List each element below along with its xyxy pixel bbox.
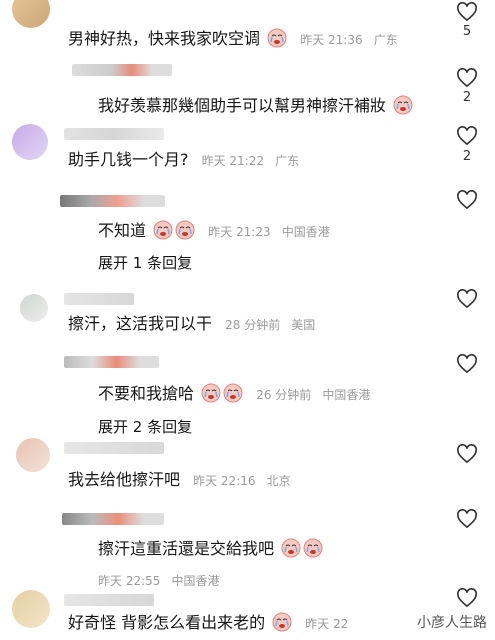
reply[interactable]: 不知道 昨天 21:23 中国香港 xyxy=(98,220,330,242)
comment-text: 不知道 xyxy=(98,221,147,240)
heart-icon[interactable] xyxy=(456,68,478,88)
expand-replies-link[interactable]: 展开 2 条回复 xyxy=(98,416,192,437)
comment-time: 28 分钟前 xyxy=(225,318,281,332)
comment-location: 中国香港 xyxy=(322,388,371,402)
comment-time: 昨天 22:55 xyxy=(98,574,161,588)
comment-location: 中国香港 xyxy=(281,225,330,239)
like-count: 2 xyxy=(462,90,472,105)
avatar[interactable] xyxy=(12,590,50,628)
heart-icon[interactable] xyxy=(456,2,478,22)
comment-location: 北京 xyxy=(266,474,291,488)
comment-time: 昨天 21:23 xyxy=(208,225,271,239)
comment-text: 助手几钱一个月? xyxy=(68,150,189,169)
heart-icon[interactable] xyxy=(456,444,478,464)
comment-text: 擦汗，这活我可以干 xyxy=(68,314,213,333)
comment-time: 昨天 22:16 xyxy=(193,474,256,488)
avatar[interactable] xyxy=(20,294,48,322)
username-blurred[interactable] xyxy=(62,513,164,525)
avatar[interactable] xyxy=(12,0,50,28)
avatar[interactable] xyxy=(12,124,48,160)
like-count: 2 xyxy=(462,149,472,164)
comment-text: 不要和我搶哈 xyxy=(98,384,195,403)
comment-text: 擦汗這重活還是交給我吧 xyxy=(98,539,275,558)
comment[interactable]: 擦汗，这活我可以干 28 分钟前 美国 xyxy=(68,314,315,335)
heart-icon[interactable] xyxy=(456,289,478,309)
cry-face-icon xyxy=(223,383,243,403)
heart-icon[interactable] xyxy=(456,126,478,146)
username-blurred[interactable] xyxy=(64,356,159,368)
username-blurred[interactable] xyxy=(60,195,165,207)
comment-location: 广东 xyxy=(373,33,398,47)
comment-location: 中国香港 xyxy=(171,574,220,588)
avatar[interactable] xyxy=(16,438,50,472)
expand-replies-link[interactable]: 展开 1 条回复 xyxy=(98,252,192,273)
cry-face-icon xyxy=(272,612,292,632)
comment-time: 昨天 21:22 xyxy=(201,154,264,168)
comment-time: 26 分钟前 xyxy=(256,388,312,402)
cry-face-icon xyxy=(393,95,413,115)
cry-face-icon xyxy=(281,538,301,558)
comment[interactable]: 我去给他擦汗吧 昨天 22:16 北京 xyxy=(68,470,291,491)
comment[interactable]: 男神好热，快来我家吹空调 昨天 21:36 广东 xyxy=(68,28,398,50)
username-blurred[interactable] xyxy=(64,293,134,305)
comment[interactable]: 助手几钱一个月? 昨天 21:22 广东 xyxy=(68,150,299,171)
watermark: 小彦人生路 xyxy=(415,612,489,632)
comment-location: 美国 xyxy=(291,318,316,332)
reply[interactable]: 我好羡慕那幾個助手可以幫男神擦汗補妝 xyxy=(98,95,429,117)
username-blurred[interactable] xyxy=(64,128,164,140)
cry-face-icon xyxy=(175,220,195,240)
heart-icon[interactable] xyxy=(456,190,478,210)
cry-face-icon xyxy=(267,28,287,48)
reply[interactable]: 不要和我搶哈 26 分钟前 中国香港 xyxy=(98,383,370,405)
username-blurred[interactable] xyxy=(64,594,154,606)
cry-face-icon xyxy=(201,383,221,403)
cry-face-icon xyxy=(153,220,173,240)
comment-time: 昨天 21:36 xyxy=(300,33,363,47)
like-count: 5 xyxy=(462,24,472,39)
username-blurred[interactable] xyxy=(72,64,172,76)
heart-icon[interactable] xyxy=(456,588,478,608)
comment-text: 好奇怪 背影怎么看出来老的 xyxy=(68,613,266,632)
reply-meta: 昨天 22:55 中国香港 xyxy=(90,570,220,591)
heart-icon[interactable] xyxy=(456,509,478,529)
cry-face-icon xyxy=(303,538,323,558)
reply[interactable]: 擦汗這重活還是交給我吧 xyxy=(98,538,323,559)
comment-text: 我好羡慕那幾個助手可以幫男神擦汗補妝 xyxy=(98,96,387,115)
comment[interactable]: 好奇怪 背影怎么看出来老的 昨天 22 xyxy=(68,612,348,634)
heart-icon[interactable] xyxy=(456,354,478,374)
comment-text: 男神好热，快来我家吹空调 xyxy=(68,29,261,48)
username-blurred[interactable] xyxy=(64,442,164,454)
comment-text: 我去给他擦汗吧 xyxy=(68,470,181,489)
comment-time: 昨天 22 xyxy=(305,617,349,631)
comment-location: 广东 xyxy=(275,154,300,168)
